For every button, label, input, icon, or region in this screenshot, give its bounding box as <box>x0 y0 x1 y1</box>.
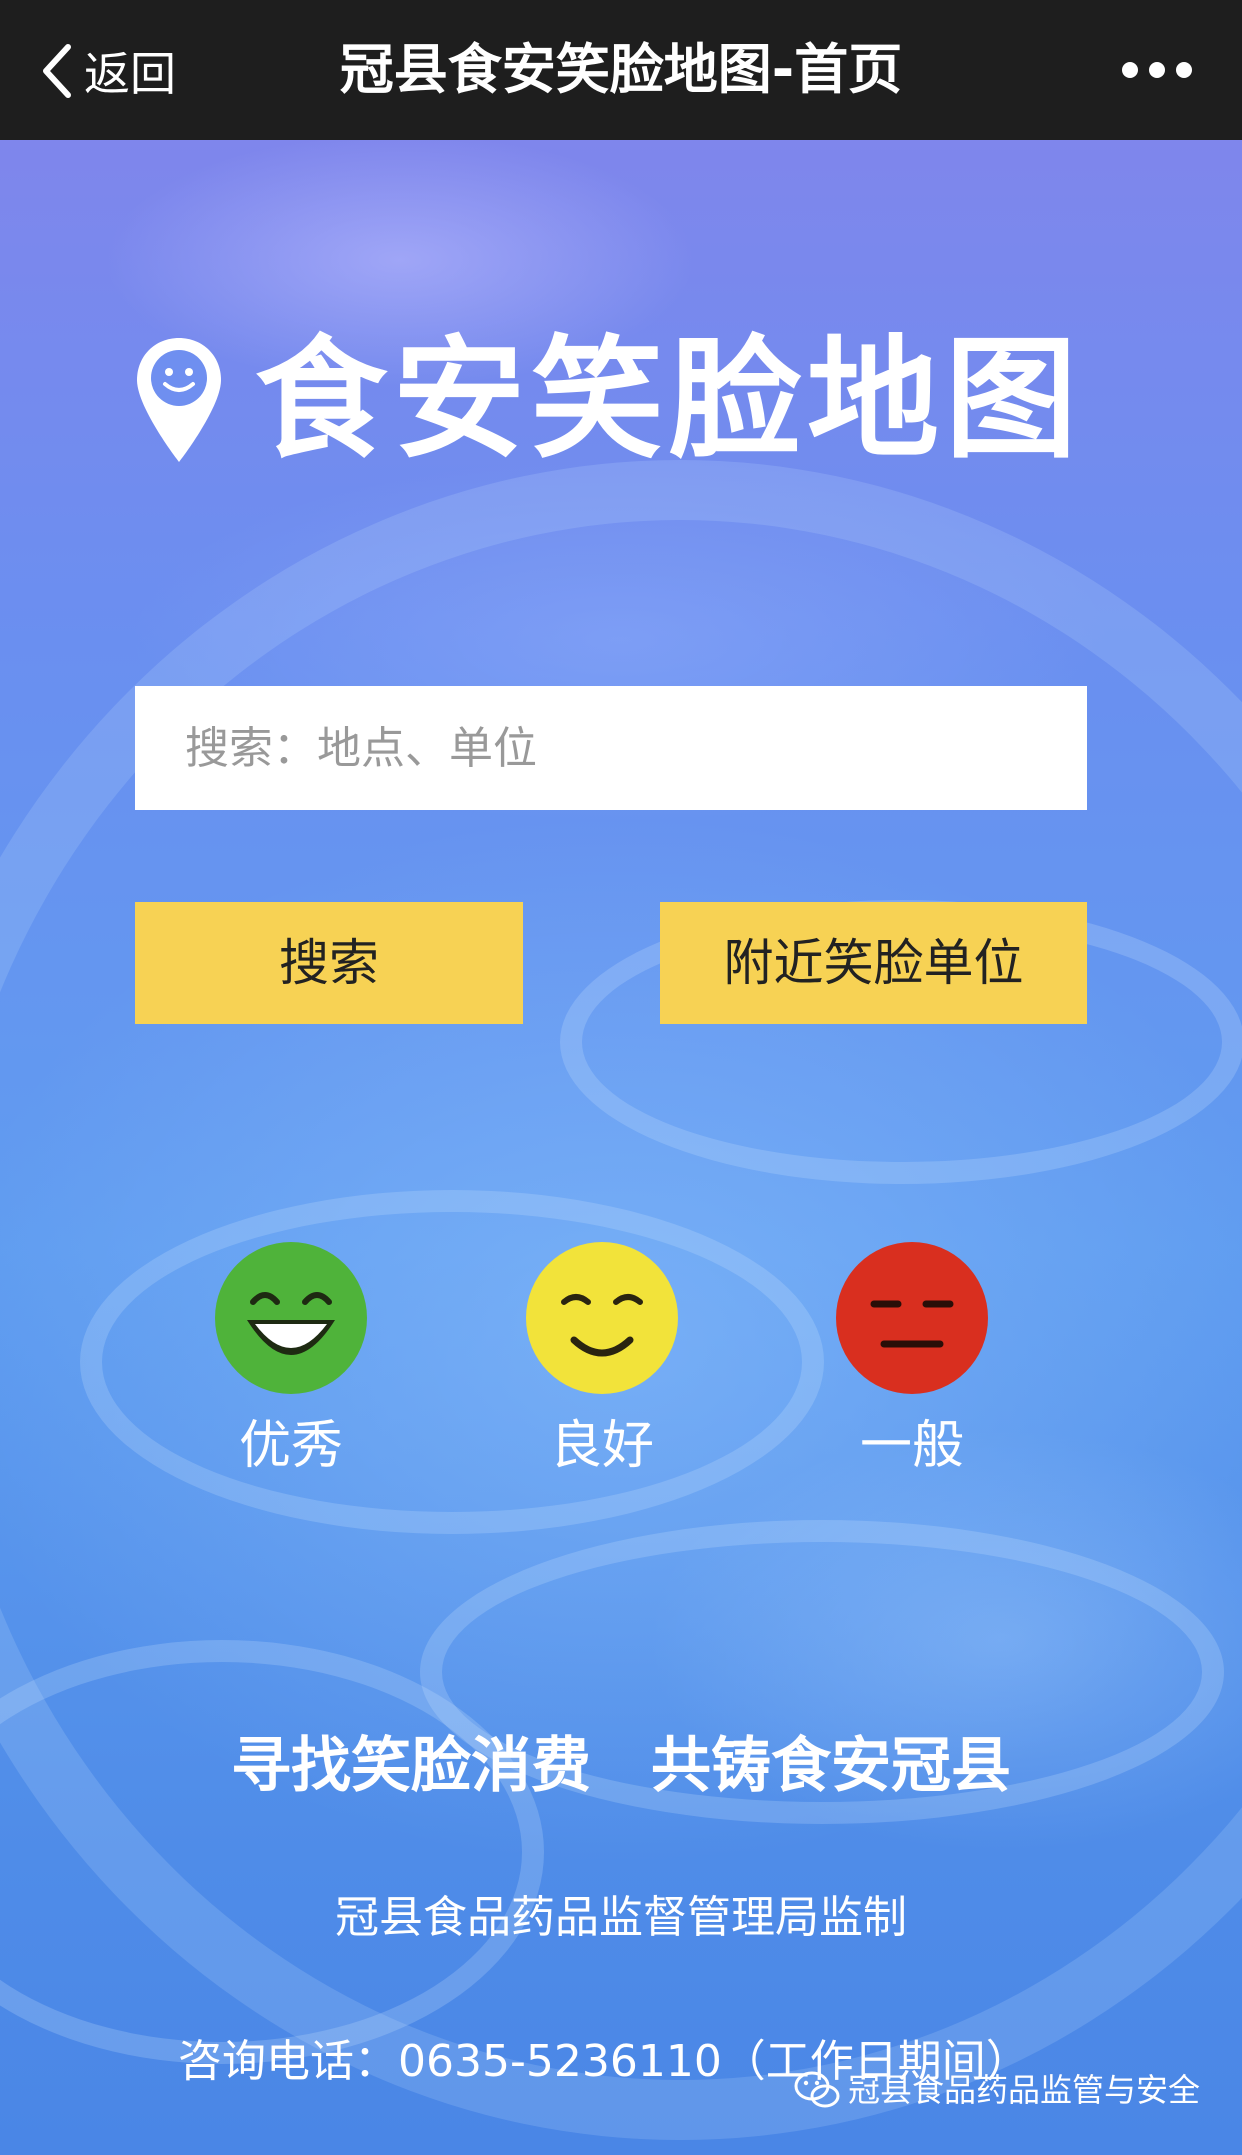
back-button[interactable]: 返回 <box>40 36 176 106</box>
rating-average[interactable]: 一般 <box>812 1240 1012 1478</box>
back-label: 返回 <box>84 47 176 101</box>
rating-label-excellent: 优秀 <box>238 1416 343 1476</box>
page-title: 冠县食安笑脸地图-首页 <box>339 38 903 101</box>
rating-label-average: 一般 <box>859 1416 964 1476</box>
green-laughing-face-icon <box>215 1242 367 1394</box>
app-logo: 食安笑脸地图 <box>133 330 1083 470</box>
watermark-text: 冠县食品药品监管与安全 <box>847 2071 1200 2109</box>
chevron-left-icon <box>43 44 71 98</box>
more-dot-icon <box>1149 62 1165 78</box>
red-neutral-face-icon <box>836 1242 988 1394</box>
location-pin-smiley-icon <box>137 338 221 462</box>
slogan: 寻找笑脸消费 共铸食安冠县 <box>231 1731 1011 1801</box>
more-dot-icon <box>1176 62 1192 78</box>
logo-title: 食安笑脸地图 <box>255 323 1083 477</box>
yellow-smiling-face-icon <box>526 1242 678 1394</box>
more-menu-button[interactable] <box>1122 55 1192 85</box>
wechat-icon <box>794 2071 840 2108</box>
wechat-watermark: 冠县食品药品监管与安全 <box>794 2068 1200 2112</box>
search-input[interactable] <box>135 686 1087 810</box>
noodle-decoration <box>0 1640 544 2064</box>
rating-label-good: 良好 <box>549 1416 654 1476</box>
more-dot-icon <box>1122 62 1138 78</box>
search-button[interactable]: 搜索 <box>135 902 523 1024</box>
nearby-smiley-units-button[interactable]: 附近笑脸单位 <box>660 902 1087 1024</box>
organization-credit: 冠县食品药品监督管理局监制 <box>335 1892 907 1943</box>
rating-excellent[interactable]: 优秀 <box>191 1240 391 1478</box>
navigation-bar: 返回 冠县食安笑脸地图-首页 <box>0 0 1242 140</box>
rating-good[interactable]: 良好 <box>502 1240 702 1478</box>
